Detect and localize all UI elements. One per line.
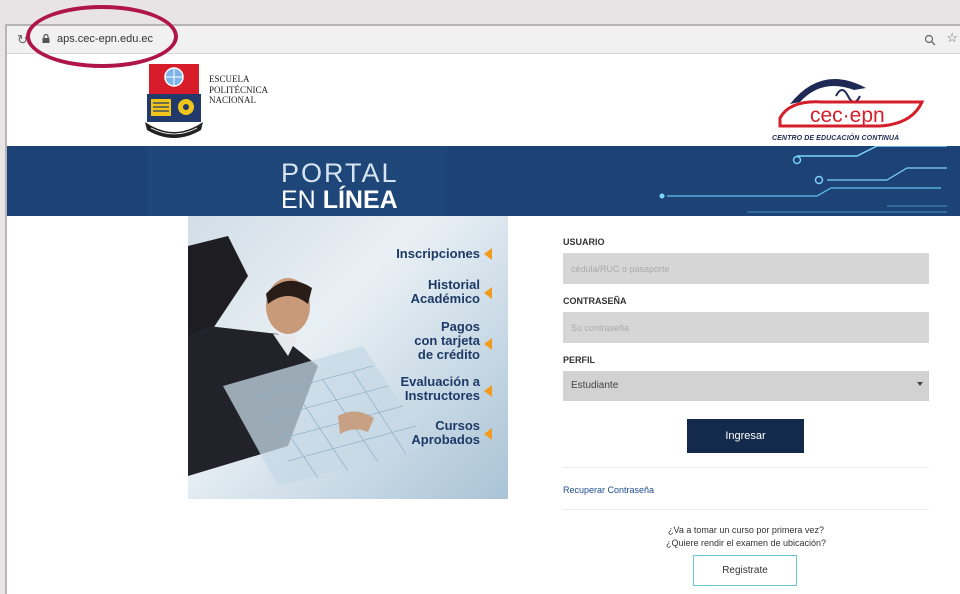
- epn-name-line: POLITÉCNICA: [209, 84, 268, 95]
- recover-password-link[interactable]: Recuperar Contraseña: [563, 485, 654, 495]
- zoom-icon[interactable]: [924, 34, 936, 46]
- arrow-left-icon: [484, 338, 492, 350]
- portal-title-line2: EN LÍNEA: [281, 186, 398, 215]
- portal-title-bold: LÍNEA: [322, 186, 398, 214]
- divider: [563, 509, 929, 510]
- cec-logo-text: cec·epn: [810, 104, 885, 127]
- portal-title-prefix: EN: [281, 186, 323, 214]
- promo-item-line: Evaluación a: [400, 374, 480, 389]
- perfil-label: PERFIL: [563, 355, 596, 365]
- usuario-label: USUARIO: [563, 237, 605, 247]
- epn-logo: [145, 64, 203, 138]
- promo-item-line: de crédito: [417, 347, 480, 362]
- perfil-select[interactable]: Estudiante: [563, 371, 929, 401]
- cec-epn-logo: cec·epn: [778, 79, 925, 128]
- register-button[interactable]: Registrate: [693, 555, 797, 586]
- promo-item-line: Instructores: [404, 388, 480, 403]
- promo-item-inscripciones: Inscripciones: [396, 247, 480, 261]
- arrow-left-icon: [484, 248, 492, 260]
- usuario-input[interactable]: [563, 253, 929, 284]
- password-input[interactable]: [563, 312, 929, 343]
- ingresar-button[interactable]: Ingresar: [687, 419, 804, 453]
- epn-name-line: NACIONAL: [209, 95, 256, 105]
- password-label: CONTRASEÑA: [563, 296, 627, 306]
- epn-name: ESCUELA POLITÉCNICA NACIONAL: [209, 74, 268, 106]
- promo-item-line: Inscripciones: [396, 246, 480, 261]
- browser-window: ↻ aps.cec-epn.edu.ec ☆ ESCUELA POLITÉCNI…: [5, 24, 960, 594]
- promo-item-line: Historial: [427, 277, 480, 292]
- promo-item-line: Aprobados: [411, 432, 480, 447]
- promo-image: Inscripciones Historial Académico Pagos …: [188, 216, 508, 499]
- promo-item-evaluacion: Evaluación a Instructores: [401, 375, 480, 403]
- portal-title-line1: PORTAL: [281, 158, 399, 188]
- annotation-circle: [26, 5, 178, 68]
- promo-item-line: Cursos: [435, 418, 480, 433]
- arrow-left-icon: [484, 385, 492, 397]
- caret-down-icon: [917, 382, 923, 386]
- cec-caption: CENTRO DE EDUCACIÓN CONTINUA: [772, 135, 900, 142]
- arrow-left-icon: [484, 428, 492, 440]
- bookmark-star-icon[interactable]: ☆: [946, 30, 958, 46]
- banner-circuit-graphic: [147, 146, 947, 216]
- promo-item-line: con tarjeta: [414, 333, 480, 348]
- perfil-selected-value: Estudiante: [571, 380, 619, 391]
- promo-item-historial: Historial Académico: [411, 278, 480, 306]
- promo-item-cursos: Cursos Aprobados: [411, 419, 480, 447]
- promo-item-line: Académico: [410, 291, 480, 306]
- promo-item-line: Pagos: [440, 319, 480, 334]
- epn-name-line: ESCUELA: [209, 74, 250, 84]
- promo-item-pagos: Pagos con tarjeta de crédito: [414, 320, 480, 362]
- divider: [563, 467, 929, 468]
- portal-banner: PORTAL EN LÍNEA: [7, 146, 960, 216]
- arrow-left-icon: [484, 287, 492, 299]
- placement-exam-question: ¿Quiere rendir el examen de ubicación?: [665, 538, 827, 548]
- first-time-question: ¿Va a tomar un curso por primera vez?: [668, 525, 824, 535]
